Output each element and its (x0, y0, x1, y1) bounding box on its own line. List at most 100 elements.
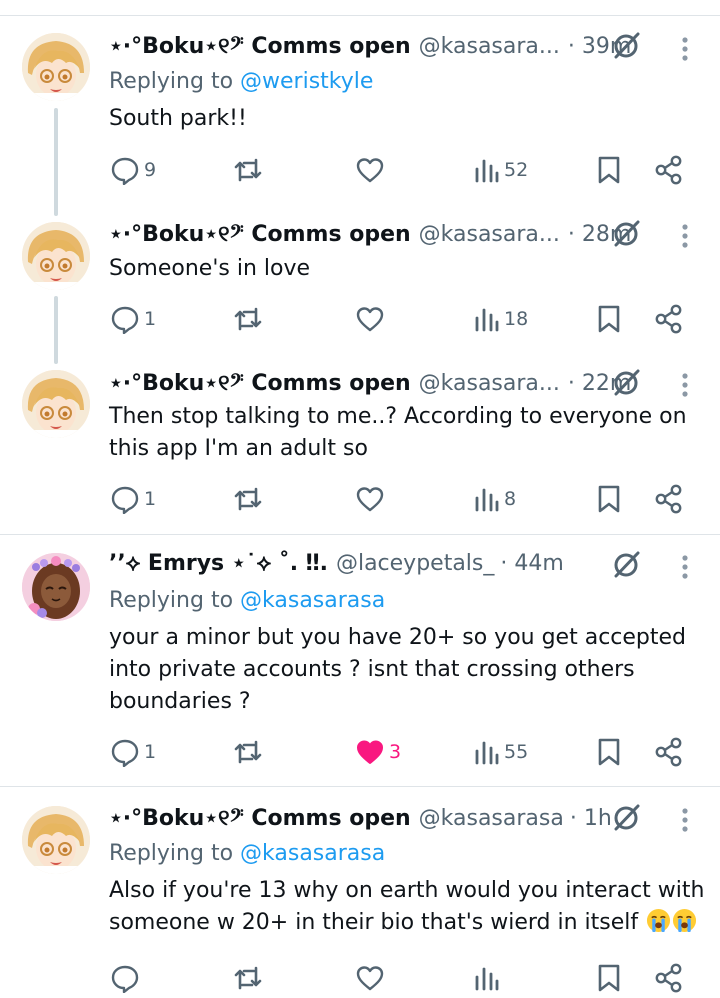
retweet-button[interactable] (232, 479, 268, 519)
replying-to: Replying to @kasasarasa (109, 588, 386, 613)
display-name[interactable]: ⋆·°Boku⋆୧𝄢 Comms open (109, 369, 411, 399)
reply-mention-link[interactable]: @weristkyle (240, 69, 373, 94)
reply-button[interactable]: 9 (110, 150, 156, 190)
grok-icon[interactable] (612, 30, 642, 60)
share-button[interactable] (654, 479, 684, 519)
avatar[interactable] (22, 553, 90, 621)
heart-icon (356, 487, 384, 512)
tweet-text: your a minor but you have 20+ so you get… (109, 625, 687, 714)
share-button[interactable] (654, 150, 684, 190)
tweet-header: ⋆·°Boku⋆୧𝄢 Comms open @kasasara... · 39m (109, 32, 631, 62)
avatar[interactable] (22, 222, 90, 290)
tweet-divider (0, 534, 720, 535)
bookmark-button[interactable] (596, 732, 622, 772)
share-button[interactable] (654, 732, 684, 772)
username[interactable]: @kasasara... (419, 369, 560, 399)
anime-avatar-blonde-glasses-icon (22, 370, 90, 438)
more-options-icon[interactable] (676, 805, 694, 835)
views-chart-icon (475, 741, 499, 765)
tweet-header: ⋆·°Boku⋆୧𝄢 Comms open @kasasara... · 28m (109, 220, 631, 250)
reply-icon (111, 486, 139, 514)
more-options-icon[interactable] (676, 552, 694, 582)
timestamp[interactable]: · 44m (500, 549, 563, 579)
retweet-icon (234, 966, 262, 990)
views-count: 18 (504, 308, 529, 330)
bookmark-button[interactable] (596, 150, 622, 190)
top-divider (0, 15, 720, 16)
reply-button[interactable]: 1 (110, 299, 156, 339)
grok-icon[interactable] (612, 802, 642, 832)
bookmark-icon (598, 964, 620, 992)
heart-icon (356, 158, 384, 183)
retweet-button[interactable] (232, 299, 268, 339)
like-button[interactable] (355, 150, 389, 190)
reply-button[interactable] (110, 958, 140, 998)
views-button[interactable]: 8 (474, 479, 516, 519)
bookmark-button[interactable] (596, 958, 622, 998)
bookmark-icon (598, 738, 620, 766)
retweet-icon (234, 740, 262, 764)
username[interactable]: @kasasarasa (419, 804, 564, 834)
views-count: 52 (504, 159, 529, 181)
tweet-divider (0, 786, 720, 787)
display-name[interactable]: ⋆·°Boku⋆୧𝄢 Comms open (109, 220, 411, 250)
bookmark-icon (598, 485, 620, 513)
reply-mention-link[interactable]: @kasasarasa (240, 588, 385, 613)
grok-icon[interactable] (612, 367, 642, 397)
timestamp[interactable]: · 1h (570, 804, 612, 834)
more-options-icon[interactable] (676, 34, 694, 64)
views-button[interactable] (474, 958, 500, 998)
views-button[interactable]: 18 (474, 299, 528, 339)
loudly-crying-face-emoji-icon (647, 908, 671, 933)
share-icon (655, 737, 682, 767)
grok-icon[interactable] (612, 549, 642, 579)
retweet-icon (234, 307, 262, 331)
avatar[interactable] (22, 806, 90, 874)
grok-icon[interactable] (612, 218, 642, 248)
reply-count: 1 (144, 488, 157, 510)
like-button[interactable] (355, 958, 385, 998)
reply-count: 9 (144, 159, 157, 181)
tweet-actions (0, 958, 720, 998)
bookmark-button[interactable] (596, 479, 622, 519)
replying-to: Replying to @weristkyle (109, 69, 374, 94)
retweet-button[interactable] (232, 958, 264, 998)
more-options-icon[interactable] (676, 370, 694, 400)
retweet-button[interactable] (232, 732, 268, 772)
views-count: 8 (504, 488, 517, 510)
retweet-icon (234, 158, 262, 182)
username[interactable]: @kasasara... (419, 220, 560, 250)
username[interactable]: @kasasara... (419, 32, 560, 62)
views-chart-icon (475, 488, 499, 512)
like-button[interactable] (355, 479, 389, 519)
heart-filled-icon (357, 740, 383, 764)
more-options-icon[interactable] (676, 221, 694, 251)
reply-mention-link[interactable]: @kasasarasa (240, 841, 385, 866)
display-name[interactable]: ⋆·°Boku⋆୧𝄢 Comms open (109, 804, 411, 834)
loudly-crying-face-emoji-icon (673, 908, 697, 933)
heart-icon (356, 307, 384, 332)
tweet-actions: 1 18 (0, 299, 720, 339)
avatar[interactable] (22, 370, 90, 438)
retweet-button[interactable] (232, 150, 268, 190)
reply-button[interactable]: 1 (110, 479, 156, 519)
display-name[interactable]: ʼʼ⟡ Emrys ⋆˙⟡ ˚. ‼︎. (109, 549, 328, 579)
bookmark-button[interactable] (596, 299, 622, 339)
tweet-text: South park!! (109, 106, 247, 131)
like-button[interactable] (355, 299, 389, 339)
share-icon (655, 304, 682, 334)
views-button[interactable]: 55 (474, 732, 528, 772)
tweet-header: ⋆·°Boku⋆୧𝄢 Comms open @kasasara... · 22m (109, 369, 631, 399)
like-button[interactable]: 3 (355, 732, 401, 772)
bookmark-icon (598, 305, 620, 333)
share-button[interactable] (654, 958, 684, 998)
avatar[interactable] (22, 33, 90, 101)
tweet-actions: 1 3 55 (0, 732, 720, 772)
display-name[interactable]: ⋆·°Boku⋆୧𝄢 Comms open (109, 32, 411, 62)
retweet-icon (234, 487, 262, 511)
share-icon (655, 155, 682, 185)
views-button[interactable]: 52 (474, 150, 528, 190)
reply-button[interactable]: 1 (110, 732, 156, 772)
share-button[interactable] (654, 299, 684, 339)
username[interactable]: @laceypetals_ (336, 549, 494, 579)
